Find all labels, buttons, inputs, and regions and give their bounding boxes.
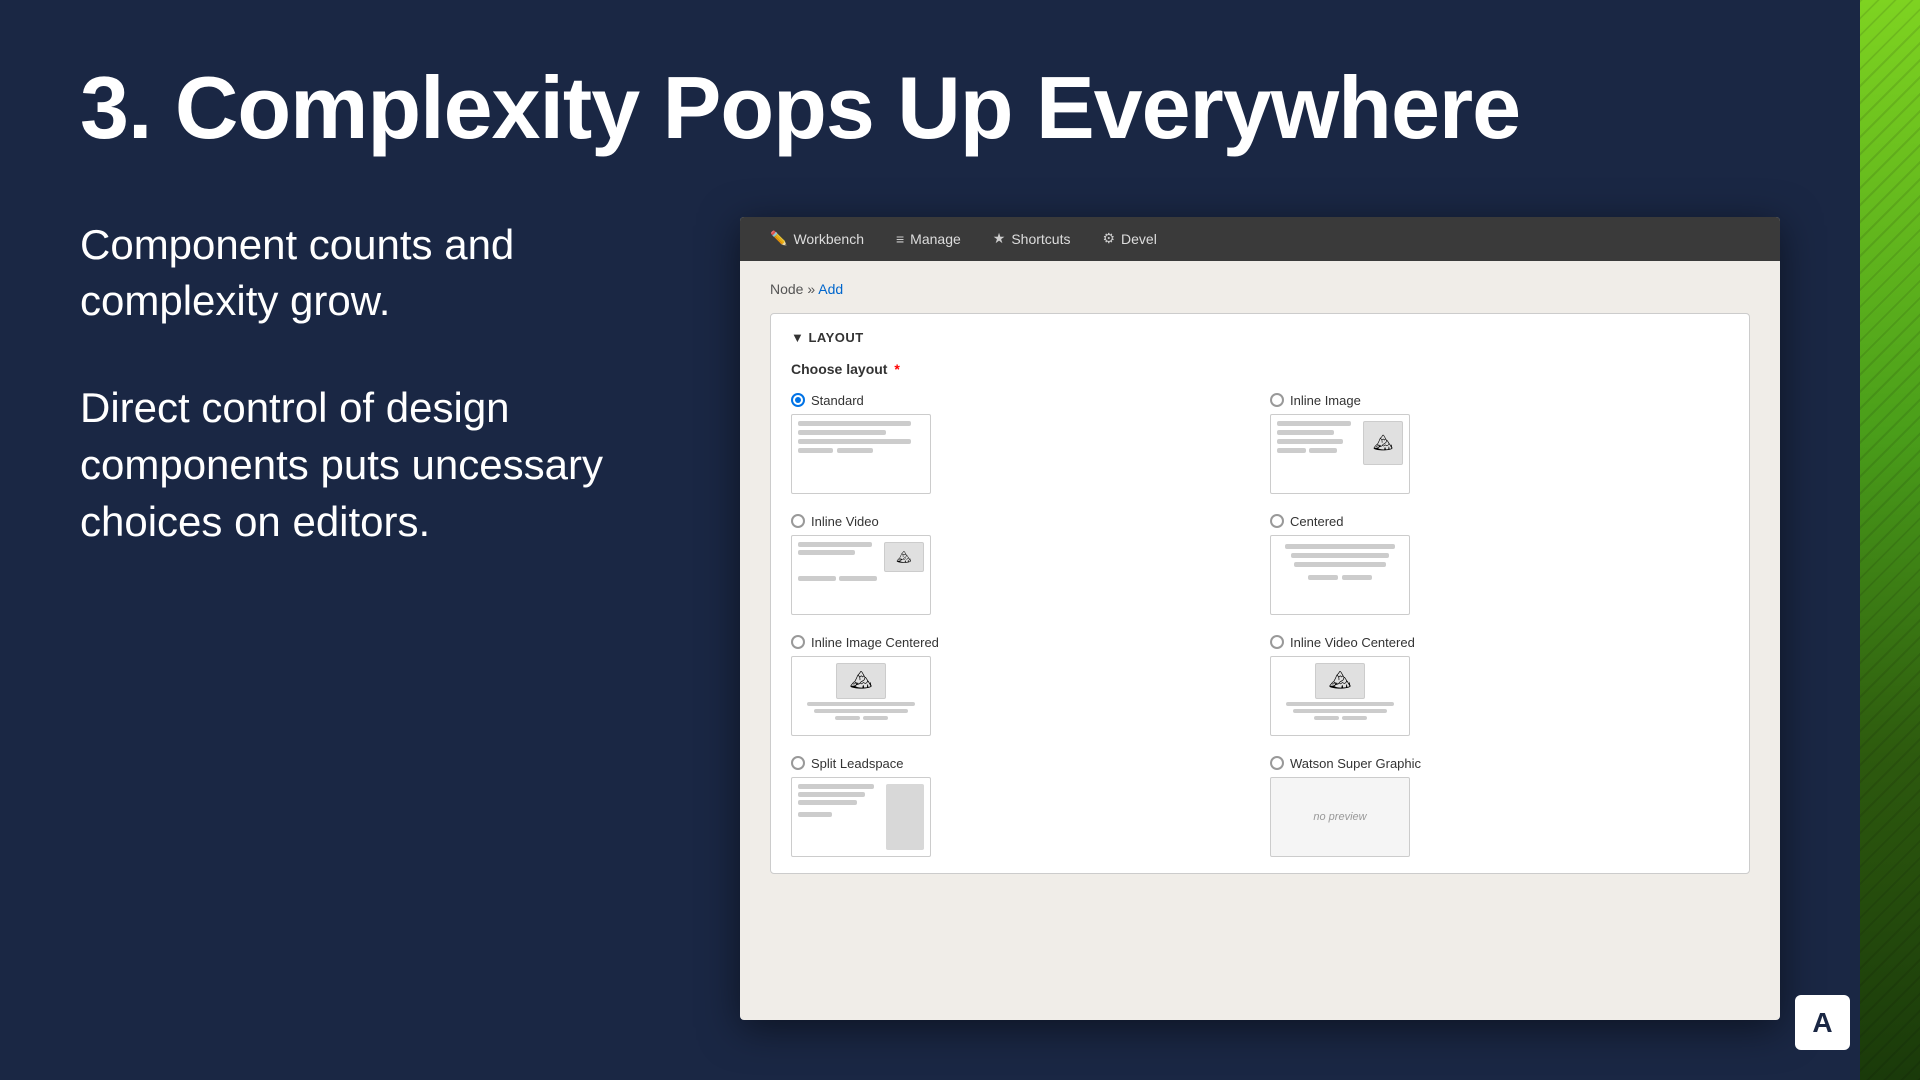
toolbar-workbench[interactable]: ✏️ Workbench — [756, 224, 878, 253]
layout-section: ▼ LAYOUT Choose layout * — [770, 313, 1750, 874]
centered-label: Centered — [1290, 514, 1343, 529]
slide-title: 3. Complexity Pops Up Everywhere — [80, 60, 1780, 157]
logo-badge: A — [1795, 995, 1850, 1050]
admin-toolbar: ✏️ Workbench ≡ Manage ★ Shortcuts ⚙ Deve… — [740, 217, 1780, 261]
thumb-inline-image-centered: 🏔 — [791, 656, 931, 736]
body-paragraph-2: Direct control of design components puts… — [80, 380, 660, 550]
layout-option-inline-image-label: Inline Image — [1270, 393, 1729, 408]
layout-option-standard-label: Standard — [791, 393, 1250, 408]
layout-option-watson-super-graphic-label: Watson Super Graphic — [1270, 756, 1729, 771]
section-header-text: ▼ LAYOUT — [791, 330, 864, 345]
toolbar-devel[interactable]: ⚙ Devel — [1088, 224, 1170, 253]
thumb-watson-super-graphic: no preview — [1270, 777, 1410, 857]
thumb-split-leadspace — [791, 777, 931, 857]
body-paragraph-1: Component counts and complexity grow. — [80, 217, 660, 330]
thumb-centered — [1270, 535, 1410, 615]
thumb-inline-video-centered: 🏔 — [1270, 656, 1410, 736]
layout-option-inline-image[interactable]: Inline Image — [1270, 393, 1729, 494]
radio-inline-image[interactable] — [1270, 393, 1284, 407]
split-leadspace-label: Split Leadspace — [811, 756, 904, 771]
breadcrumb-separator: » — [807, 281, 818, 297]
slide-body: Component counts and complexity grow. Di… — [80, 217, 1780, 1020]
layout-option-inline-video-centered-label: Inline Video Centered — [1270, 635, 1729, 650]
workbench-label: Workbench — [793, 231, 864, 247]
cms-body: Node » Add ▼ LAYOUT Choose layout * — [740, 261, 1780, 894]
thumb-inline-image: 🏔 — [1270, 414, 1410, 494]
choose-layout-label: Choose layout * — [791, 361, 1729, 377]
main-content: 3. Complexity Pops Up Everywhere Compone… — [0, 0, 1860, 1080]
right-column: ✏️ Workbench ≡ Manage ★ Shortcuts ⚙ Deve… — [740, 217, 1780, 1020]
layout-option-inline-video-label: Inline Video — [791, 514, 1250, 529]
required-star: * — [894, 361, 899, 377]
layout-option-split-leadspace[interactable]: Split Leadspace — [791, 756, 1250, 857]
layout-option-centered-label: Centered — [1270, 514, 1729, 529]
thumb-standard — [791, 414, 931, 494]
layout-option-inline-video[interactable]: Inline Video 🏔 — [791, 514, 1250, 615]
inline-image-label: Inline Image — [1290, 393, 1361, 408]
layout-option-inline-image-centered[interactable]: Inline Image Centered 🏔 — [791, 635, 1250, 736]
layout-option-inline-image-centered-label: Inline Image Centered — [791, 635, 1250, 650]
breadcrumb: Node » Add — [770, 281, 1750, 297]
radio-standard[interactable] — [791, 393, 805, 407]
layout-option-inline-video-centered[interactable]: Inline Video Centered 🏔 — [1270, 635, 1729, 736]
pencil-icon: ✏️ — [770, 230, 787, 247]
layout-option-centered[interactable]: Centered — [1270, 514, 1729, 615]
radio-inline-video-centered[interactable] — [1270, 635, 1284, 649]
radio-inline-image-centered[interactable] — [791, 635, 805, 649]
body-text: Component counts and complexity grow. Di… — [80, 217, 660, 550]
accent-bar — [1860, 0, 1920, 1080]
toolbar-manage[interactable]: ≡ Manage — [882, 225, 975, 253]
cms-screenshot: ✏️ Workbench ≡ Manage ★ Shortcuts ⚙ Deve… — [740, 217, 1780, 1020]
layout-option-watson-super-graphic[interactable]: Watson Super Graphic no preview — [1270, 756, 1729, 857]
shortcuts-label: Shortcuts — [1011, 231, 1070, 247]
left-column: Component counts and complexity grow. Di… — [80, 217, 660, 1020]
layout-grid: Standard — [791, 393, 1729, 857]
radio-watson-super-graphic[interactable] — [1270, 756, 1284, 770]
standard-label: Standard — [811, 393, 864, 408]
radio-centered[interactable] — [1270, 514, 1284, 528]
radio-inline-video[interactable] — [791, 514, 805, 528]
breadcrumb-node: Node — [770, 281, 803, 297]
manage-label: Manage — [910, 231, 961, 247]
layout-option-split-leadspace-label: Split Leadspace — [791, 756, 1250, 771]
devel-label: Devel — [1121, 231, 1157, 247]
breadcrumb-add[interactable]: Add — [818, 281, 843, 297]
toolbar-shortcuts[interactable]: ★ Shortcuts — [979, 224, 1085, 253]
section-header: ▼ LAYOUT — [791, 330, 1729, 345]
inline-video-label: Inline Video — [811, 514, 879, 529]
layout-option-standard[interactable]: Standard — [791, 393, 1250, 494]
menu-icon: ≡ — [896, 231, 904, 247]
gear-icon: ⚙ — [1102, 230, 1115, 247]
inline-image-centered-label: Inline Image Centered — [811, 635, 939, 650]
no-preview-text: no preview — [1313, 811, 1366, 823]
thumb-inline-video: 🏔 — [791, 535, 931, 615]
radio-split-leadspace[interactable] — [791, 756, 805, 770]
star-icon: ★ — [993, 230, 1006, 247]
inline-video-centered-label: Inline Video Centered — [1290, 635, 1415, 650]
watson-super-graphic-label: Watson Super Graphic — [1290, 756, 1421, 771]
